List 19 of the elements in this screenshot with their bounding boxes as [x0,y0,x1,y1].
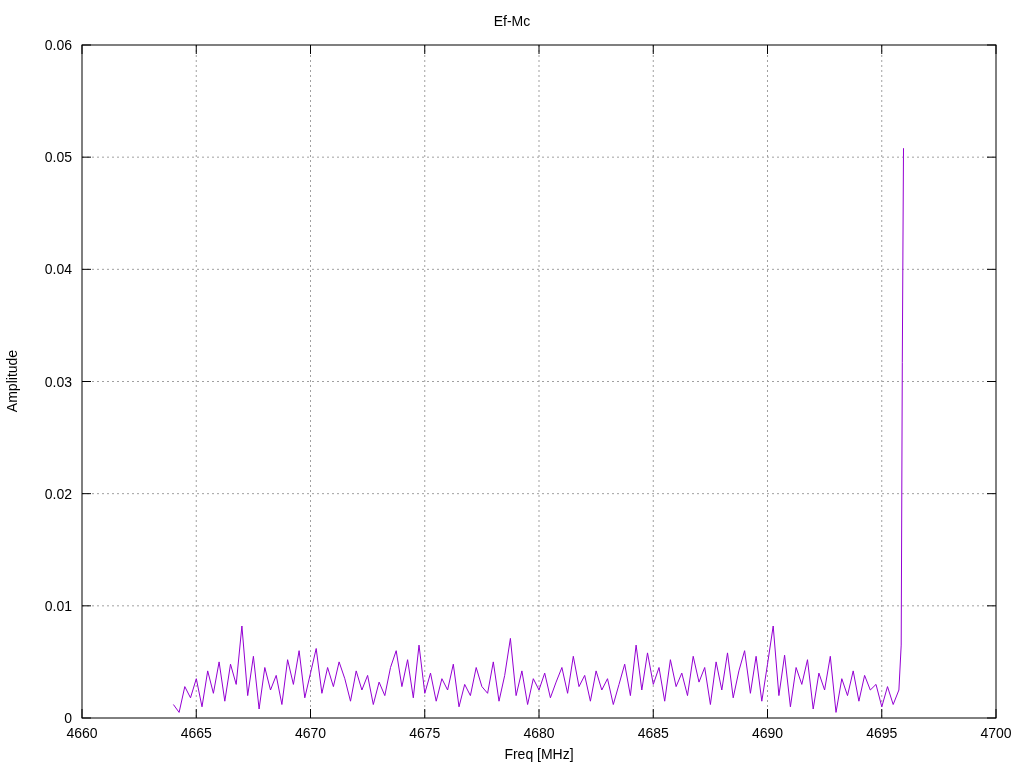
y-tick-label: 0.01 [44,597,72,614]
chart-title: Ef-Mc [493,13,531,29]
y-tick-label: 0.06 [44,37,72,53]
y-tick-label: 0.03 [44,373,72,390]
x-tick-label: 4675 [409,725,441,741]
y-tick-label: 0.04 [44,261,72,278]
y-tick-label: 0.05 [44,149,72,166]
x-tick-label: 4695 [866,725,898,741]
x-tick-label: 4700 [980,725,1012,741]
x-tick-label: 4690 [751,725,784,741]
x-tick-label: 4680 [523,725,555,741]
y-axis-title: Amplitude [4,349,20,413]
y-tick-label: 0 [64,710,72,726]
x-tick-label: 4685 [637,725,669,741]
x-tick-label: 4660 [66,725,98,741]
y-tick-label: 0.02 [44,485,72,502]
x-tick-label: 4665 [180,725,212,741]
x-axis-title: Freq [MHz] [504,746,574,762]
x-tick-label: 4670 [294,725,327,741]
